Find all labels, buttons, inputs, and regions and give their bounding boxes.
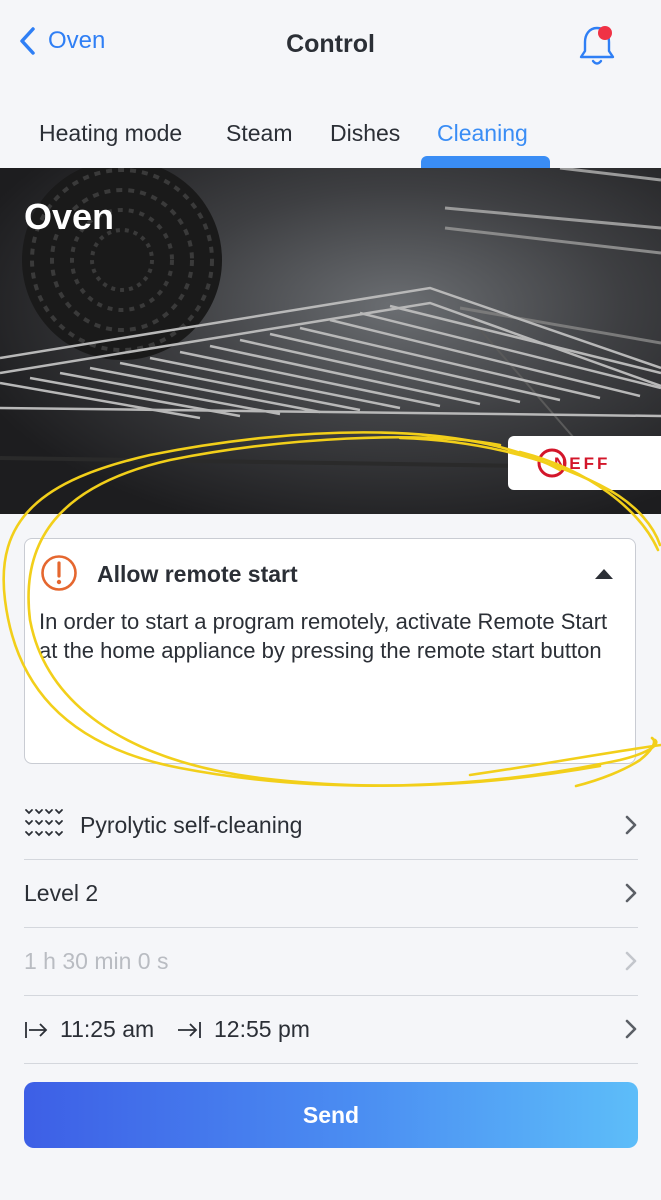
chevron-right-icon [625,1019,637,1039]
collapse-caret-icon[interactable] [593,565,615,581]
neff-logo: NEFF [508,436,661,490]
send-button[interactable]: Send [24,1082,638,1148]
notifications-button[interactable] [578,22,618,68]
duration-row[interactable]: 1 h 30 min 0 s [24,928,638,996]
level-label: Level 2 [24,880,99,906]
tab-heating-mode[interactable]: Heating mode [39,120,182,147]
category-tabs: Heating mode Steam Dishes Cleaning [0,100,661,168]
notification-dot [598,26,612,40]
warning-icon [41,555,77,591]
neff-brand-icon: NEFF [537,448,610,478]
chevron-right-icon [625,951,637,971]
start-time: 11:25 am [24,1016,154,1043]
duration-label: 1 h 30 min 0 s [24,948,169,974]
notice-title: Allow remote start [97,561,298,587]
chevron-right-icon [625,815,637,835]
svg-text:NEFF: NEFF [554,454,610,473]
program-row[interactable]: Pyrolytic self-cleaning [24,792,638,860]
time-row[interactable]: 11:25 am 12:55 pm [24,996,638,1064]
bell-icon [579,26,615,65]
remote-start-notice: Allow remote start In order to start a p… [24,538,636,764]
tab-dishes[interactable]: Dishes [330,120,400,147]
end-time-value: 12:55 pm [214,1016,310,1042]
hero-title: Oven [24,196,115,237]
start-time-value: 11:25 am [60,1016,155,1042]
oven-hero-image: Oven NEFF [0,168,661,514]
tab-steam[interactable]: Steam [226,120,292,147]
active-tab-indicator [421,156,550,168]
pyrolytic-cleaning-icon [25,809,63,837]
level-row[interactable]: Level 2 [24,860,638,928]
end-arrow-icon [178,1021,201,1038]
page-title: Control [286,30,375,58]
tab-cleaning[interactable]: Cleaning [437,120,528,147]
end-time: 12:55 pm [176,1016,310,1043]
program-label: Pyrolytic self-cleaning [80,812,303,838]
start-arrow-icon [25,1021,48,1038]
notice-body: In order to start a program remotely, ac… [39,609,608,663]
chevron-right-icon [625,883,637,903]
top-bar: Oven Control [0,0,661,92]
